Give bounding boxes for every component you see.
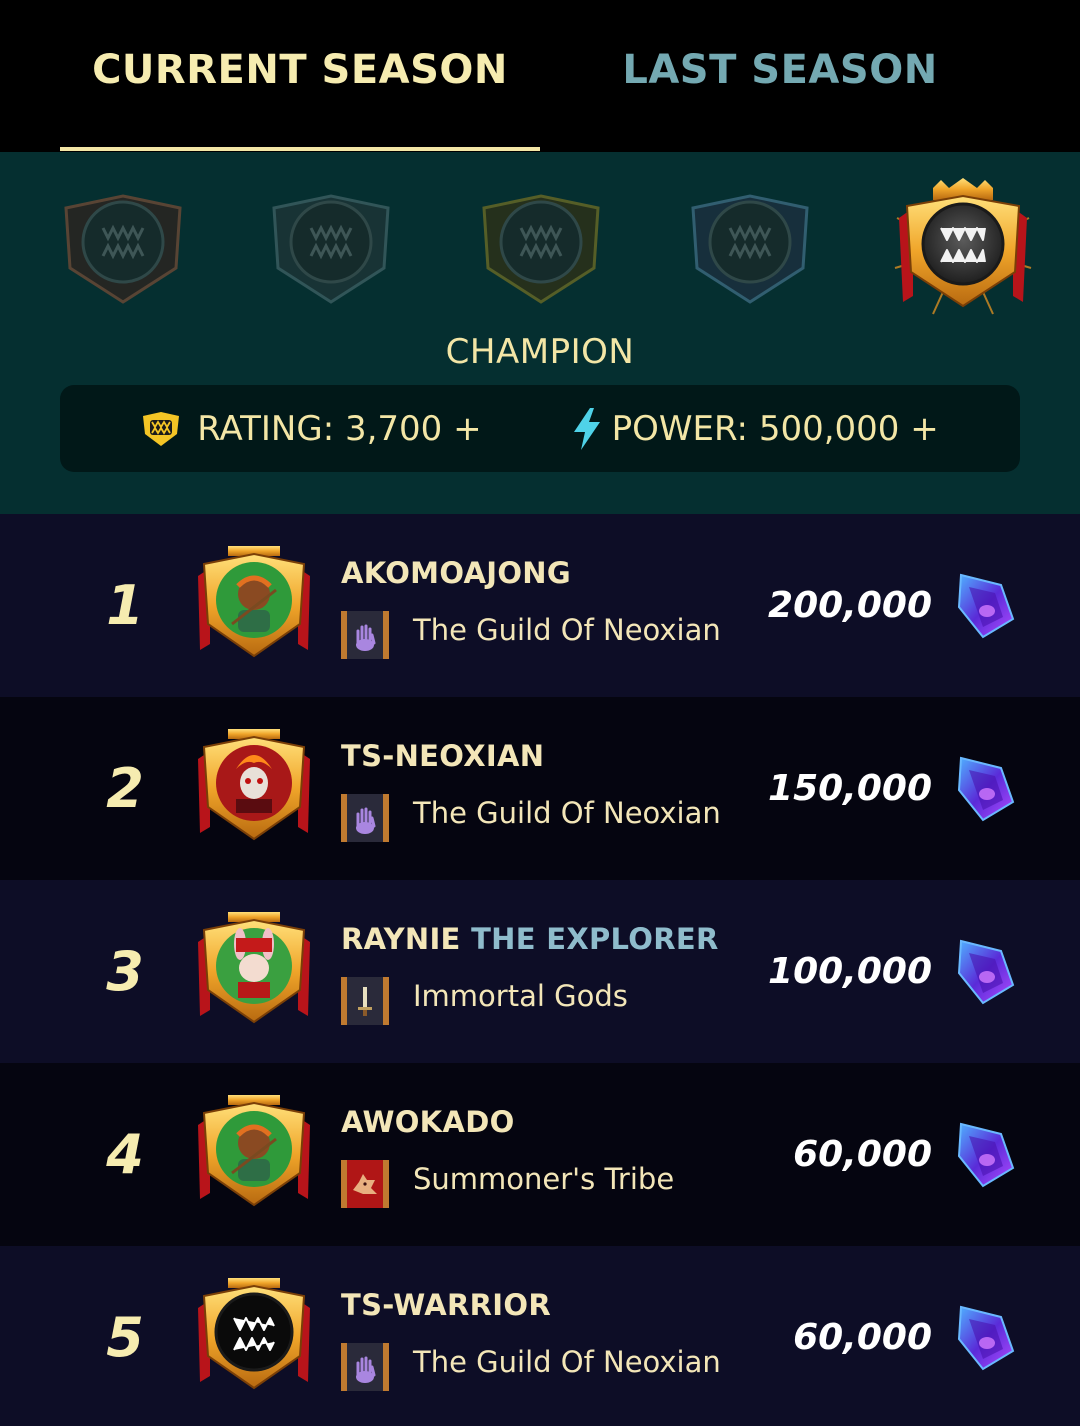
diamond-league-icon[interactable] xyxy=(685,190,815,310)
rank-number: 1 xyxy=(106,574,144,637)
wolf-banner-icon xyxy=(341,1160,389,1208)
rating-requirement: RATING: 3,700 + xyxy=(141,408,482,449)
crystal-icon xyxy=(957,756,1015,822)
rank-number: 3 xyxy=(106,940,144,1003)
reward-amount: 60,000 xyxy=(793,1317,932,1358)
power-requirement-text: POWER: 500,000 + xyxy=(611,408,939,449)
player-title: THE EXPLORER xyxy=(471,922,719,956)
guild-name[interactable]: The Guild Of Neoxian xyxy=(413,796,721,830)
hand-banner-icon xyxy=(341,794,389,842)
player-name[interactable]: AKOMOAJONG xyxy=(341,556,571,590)
reward-amount: 100,000 xyxy=(768,951,932,992)
league-name: CHAMPION xyxy=(445,332,635,372)
crystal-icon xyxy=(957,1305,1015,1371)
active-tab-indicator xyxy=(60,147,540,151)
player-name[interactable]: TS-NEOXIAN xyxy=(341,739,544,773)
rank-number: 2 xyxy=(106,757,144,820)
crystal-icon xyxy=(957,1122,1015,1188)
leaderboard-row-1[interactable]: 1 AKOMOAJONG The Guild Of Neoxian 200,00… xyxy=(0,514,1080,697)
league-requirements: RATING: 3,700 + POWER: 500,000 + xyxy=(60,385,1020,472)
leaderboard-row-5[interactable]: 5 TS-WARRIOR The Guild Of Neoxian 60,000 xyxy=(0,1246,1080,1426)
archer-avatar-icon xyxy=(198,1095,310,1207)
leaderboard: 1 AKOMOAJONG The Guild Of Neoxian 200,00… xyxy=(0,514,1080,1426)
guild-name[interactable]: Immortal Gods xyxy=(413,979,628,1013)
season-tabs: CURRENT SEASON LAST SEASON xyxy=(0,0,1080,152)
crystal-icon xyxy=(957,939,1015,1005)
guild-name[interactable]: The Guild Of Neoxian xyxy=(413,613,721,647)
player-name[interactable]: TS-WARRIOR xyxy=(341,1288,551,1322)
bronze-league-icon[interactable] xyxy=(58,190,188,310)
player-name[interactable]: RAYNIE THE EXPLORER xyxy=(341,922,719,956)
tab-last-season[interactable]: LAST SEASON xyxy=(540,0,1020,152)
rating-requirement-text: RATING: 3,700 + xyxy=(197,408,482,449)
guild-name[interactable]: Summoner's Tribe xyxy=(413,1162,674,1196)
rating-shield-icon xyxy=(143,411,180,446)
hand-banner-icon xyxy=(341,611,389,659)
leaderboard-row-4[interactable]: 4 AWOKADO Summoner's Tribe 60,000 xyxy=(0,1063,1080,1246)
hand-banner-icon xyxy=(341,1343,389,1391)
archer-avatar-icon xyxy=(198,546,310,658)
silver-league-icon[interactable] xyxy=(266,190,396,310)
leaderboard-row-2[interactable]: 2 TS-NEOXIAN The Guild Of Neoxian 150,00… xyxy=(0,697,1080,880)
guild-name[interactable]: The Guild Of Neoxian xyxy=(413,1345,721,1379)
rank-number: 5 xyxy=(106,1306,144,1369)
champion-league-icon[interactable] xyxy=(893,178,1033,318)
fangs-avatar-icon xyxy=(198,1278,310,1390)
sword-banner-icon xyxy=(341,977,389,1025)
gold-league-icon[interactable] xyxy=(476,190,606,310)
crystal-icon xyxy=(957,573,1015,639)
lightning-icon xyxy=(573,407,600,450)
reward-amount: 60,000 xyxy=(793,1134,932,1175)
rank-number: 4 xyxy=(106,1123,144,1186)
player-name[interactable]: AWOKADO xyxy=(341,1105,515,1139)
reward-amount: 200,000 xyxy=(768,585,932,626)
league-panel: CHAMPION RATING: 3,700 + POWER: 500,000 … xyxy=(0,152,1080,514)
reward-amount: 150,000 xyxy=(768,768,932,809)
power-requirement: POWER: 500,000 + xyxy=(572,407,939,450)
leaderboard-row-3[interactable]: 3 RAYNIE THE EXPLORER Immortal Gods 100,… xyxy=(0,880,1080,1063)
skull-avatar-icon xyxy=(198,729,310,841)
tab-current-season[interactable]: CURRENT SEASON xyxy=(60,0,540,152)
rabbit-avatar-icon xyxy=(198,912,310,1024)
